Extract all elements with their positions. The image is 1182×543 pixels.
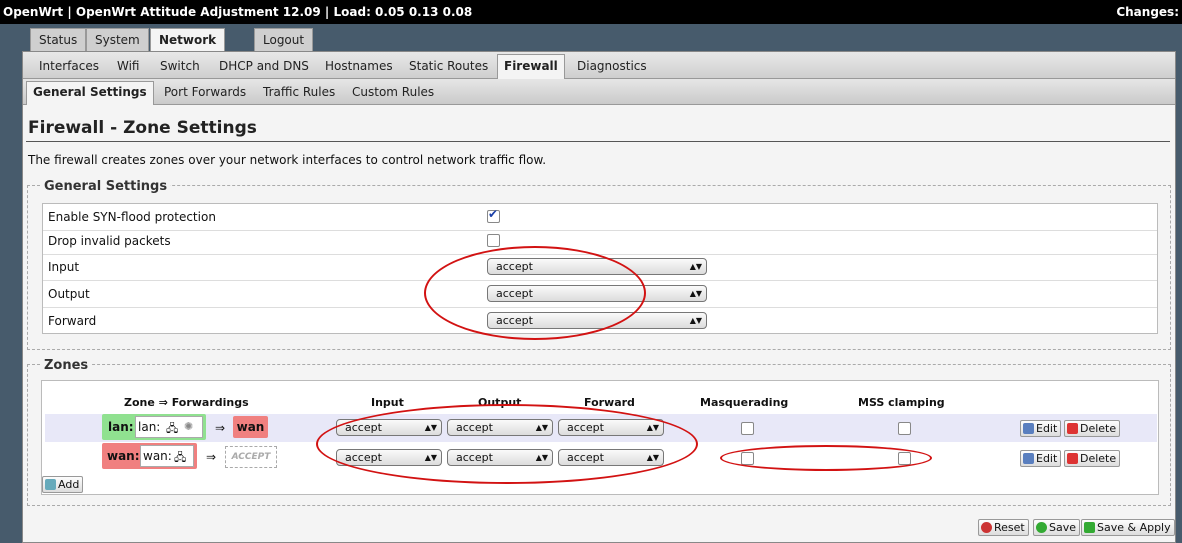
synflood-label: Enable SYN-flood protection [48,210,216,224]
general-settings-legend: General Settings [41,179,171,194]
changes-link[interactable]: Changes: [1116,5,1179,19]
reset-icon [981,522,992,533]
zone-networks-lan: lan: 🖧 ✺ [135,416,203,438]
header-mss-clamping: MSS clamping [858,396,945,409]
tab-diagnostics[interactable]: Diagnostics [571,55,653,77]
annotation-oval-policies [424,246,646,340]
tab-custom-rules[interactable]: Custom Rules [346,82,440,103]
header-input: Input [371,396,404,409]
dropinvalid-row: Drop invalid packets [43,229,1157,255]
page-title: Firewall - Zone Settings [28,118,257,138]
header-forward: Forward [584,396,635,409]
title-divider [26,141,1170,142]
wifi-icon: ✺ [184,420,194,433]
input-label: Input [48,260,80,274]
output-label: Output [48,287,90,301]
header-zone: Zone ⇒ Forwardings [124,396,249,409]
synflood-row: Enable SYN-flood protection [43,204,1157,231]
page-description: The firewall creates zones over your net… [28,153,547,167]
forward-dest-wan[interactable]: wan [233,416,268,438]
zones-legend: Zones [41,358,92,373]
lan-edit-button[interactable]: Edit [1020,420,1062,437]
add-zone-button[interactable]: Add [42,476,84,493]
tab-general-settings[interactable]: General Settings [26,81,154,105]
tab-hostnames[interactable]: Hostnames [319,55,399,77]
synflood-checkbox[interactable] [487,207,500,223]
tab-wifi[interactable]: Wifi [111,55,146,77]
reset-button[interactable]: Reset [978,519,1029,536]
annotation-oval-zone-policies [316,404,698,484]
zone-networks-wan: wan: 🖧 [140,445,194,467]
tab-logout[interactable]: Logout [254,28,314,51]
wan-edit-button[interactable]: Edit [1020,450,1062,467]
tab-network[interactable]: Network [150,28,226,53]
header-masquerading: Masquerading [700,396,789,409]
wan-delete-button[interactable]: Delete [1064,450,1121,467]
network-lan-label: lan: [138,420,161,434]
tab-port-forwards[interactable]: Port Forwards [158,82,252,103]
network-wan-label: wan: [143,449,172,463]
tab-traffic-rules[interactable]: Traffic Rules [257,82,341,103]
lan-delete-button[interactable]: Delete [1064,420,1121,437]
save-apply-button[interactable]: Save & Apply [1081,519,1175,536]
tab-system[interactable]: System [86,28,149,51]
forward-dest-accept[interactable]: ACCEPT [225,446,277,468]
ethernet-icon: 🖧 [166,422,179,435]
tab-static-routes[interactable]: Static Routes [403,55,494,77]
lan-mss-checkbox[interactable] [898,422,911,435]
tab-status[interactable]: Status [30,28,87,51]
network-subtabs: Interfaces Wifi Switch DHCP and DNS Host… [23,52,1175,79]
dropinvalid-label: Drop invalid packets [48,234,171,248]
delete-icon [1067,453,1078,464]
zone-name-lan: lan: [108,420,134,434]
zone-badge-wan[interactable]: wan: wan: 🖧 [102,443,197,469]
ethernet-icon: 🖧 [174,451,187,464]
tab-dhcp-dns[interactable]: DHCP and DNS [213,55,315,77]
lan-masquerading-checkbox[interactable] [741,422,754,435]
tab-switch[interactable]: Switch [154,55,206,77]
add-icon [45,479,56,490]
edit-icon [1023,453,1034,464]
app-title: OpenWrt | OpenWrt Attitude Adjustment 12… [3,5,473,19]
tab-firewall[interactable]: Firewall [497,54,565,79]
top-bar: OpenWrt | OpenWrt Attitude Adjustment 12… [0,0,1182,24]
forward-arrow: ⇒ [206,450,217,464]
zone-badge-lan[interactable]: lan: lan: 🖧 ✺ [102,414,206,440]
forward-label: Forward [48,314,97,328]
annotation-oval-checkboxes [720,445,932,471]
firewall-subtabs: General Settings Port Forwards Traffic R… [23,79,1175,105]
zone-name-wan: wan: [107,449,140,463]
edit-icon [1023,423,1034,434]
dropinvalid-checkbox[interactable] [487,234,500,247]
save-icon [1036,522,1047,533]
forward-arrow: ⇒ [215,421,226,435]
tab-interfaces[interactable]: Interfaces [33,55,105,77]
save-button[interactable]: Save [1033,519,1081,536]
delete-icon [1067,423,1078,434]
apply-icon [1084,522,1095,533]
